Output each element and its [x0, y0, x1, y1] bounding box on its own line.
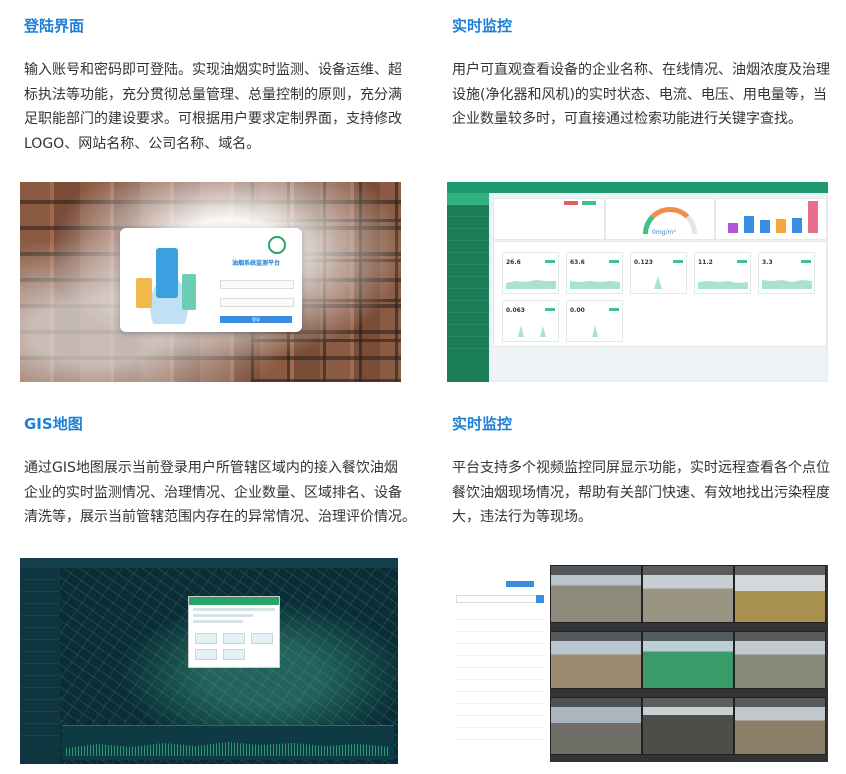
video-screenshot [450, 565, 828, 762]
sensor-card: 0.123 [630, 252, 687, 294]
login-screenshot: 油烟系统监测平台 登录 [20, 182, 401, 382]
section-line: 通过GIS地图展示当前登录用户所管辖区域内的接入餐饮油烟 [24, 460, 398, 476]
section-line: LOGO、网站名称、公司名称、域名。 [24, 135, 261, 152]
bar-panel [715, 198, 827, 240]
section-title: 登陆界面 [24, 17, 85, 35]
section-login: 登陆界面 输入账号和密码即可登陆。实现油烟实时监测、设备运维、超 标执法等功能，… [24, 16, 414, 156]
system-title: 油烟系统监测平台 [231, 260, 280, 267]
gis-trend-chart [62, 725, 394, 760]
gauge-value: 0mg/m³ [652, 229, 676, 236]
gauge-panel: 0mg/m³ [605, 198, 715, 240]
section-line: 用户可直观查看设备的企业名称、在线情况、油烟浓度及治理 [452, 62, 830, 78]
video-cell[interactable] [550, 565, 642, 623]
sensor-panel: 26.6 63.6 0.123 11.2 3.3 0.063 0.00 [493, 241, 827, 347]
section-line: 平台支持多个视频监控同屏显示功能，实时远程查看各个点位 [452, 460, 830, 476]
section-line: 标执法等功能，充分贯彻总量管理、总量控制的原则，充分满 [24, 86, 402, 103]
login-button[interactable]: 登录 [220, 316, 292, 323]
password-input[interactable] [220, 298, 294, 307]
section-line: 足职能部门的建设要求。可根据用户要求定制界面，支持修改 [24, 111, 402, 127]
section-line: 企业数量较多时，可直接通过检索功能进行关键字查找。 [452, 111, 802, 127]
video-cell[interactable] [734, 565, 826, 623]
login-card: 油烟系统监测平台 登录 [120, 228, 302, 332]
section-line: 餐饮油烟现场情况，帮助有关部门快速、有效地找出污染程度 [452, 484, 830, 501]
login-illustration [126, 238, 212, 324]
section-title: 实时监控 [452, 415, 513, 433]
info-panel [493, 198, 605, 240]
section-video-monitor: 实时监控 平台支持多个视频监控同屏显示功能，实时远程查看各个点位 餐饮油烟现场情… [452, 414, 842, 530]
dashboard-main: 0mg/m³ 26.6 63.6 0.123 11.2 3.3 0.063 0.… [491, 195, 827, 380]
sensor-card: 0.00 [566, 300, 623, 342]
section-line: 大，违法行为等现场。 [452, 509, 592, 525]
section-realtime-monitor: 实时监控 用户可直观查看设备的企业名称、在线情况、油烟浓度及治理 设施(净化器和… [452, 16, 842, 132]
dashboard-sidebar [447, 193, 489, 382]
video-cell[interactable] [642, 631, 734, 689]
sensor-card: 63.6 [566, 252, 623, 294]
video-cell[interactable] [550, 631, 642, 689]
username-input[interactable] [220, 280, 294, 289]
video-wall [550, 565, 828, 762]
dashboard-screenshot: 0mg/m³ 26.6 63.6 0.123 11.2 3.3 0.063 0.… [447, 182, 828, 382]
section-line: 设施(净化器和风机)的实时状态、电流、电压、用电量等，当 [452, 86, 827, 103]
section-line: 企业的实时监测情况、治理情况、企业数量、区域排名、设备 [24, 484, 402, 501]
gis-header [20, 558, 398, 568]
section-line: 输入账号和密码即可登陆。实现油烟实时监测、设备运维、超 [24, 62, 402, 78]
video-cell[interactable] [642, 697, 734, 755]
map-info-popup [188, 596, 280, 668]
sensor-card: 11.2 [694, 252, 751, 294]
section-line: 清洗等，展示当前管辖范围内存在的异常情况、治理评价情况。 [24, 509, 416, 525]
gis-screenshot [20, 558, 398, 764]
company-logo-icon [268, 236, 286, 254]
video-cell[interactable] [734, 631, 826, 689]
video-cell[interactable] [550, 697, 642, 755]
section-title: 实时监控 [452, 17, 513, 35]
gis-sidebar [20, 568, 60, 764]
sensor-card: 3.3 [758, 252, 815, 294]
device-list-panel [450, 565, 551, 762]
section-title: GIS地图 [24, 415, 83, 433]
video-cell[interactable] [642, 565, 734, 623]
video-cell[interactable] [734, 697, 826, 755]
sensor-card: 0.063 [502, 300, 559, 342]
sensor-card: 26.6 [502, 252, 559, 294]
dashboard-header [447, 182, 828, 193]
section-gis-map: GIS地图 通过GIS地图展示当前登录用户所管辖区域内的接入餐饮油烟 企业的实时… [24, 414, 424, 530]
